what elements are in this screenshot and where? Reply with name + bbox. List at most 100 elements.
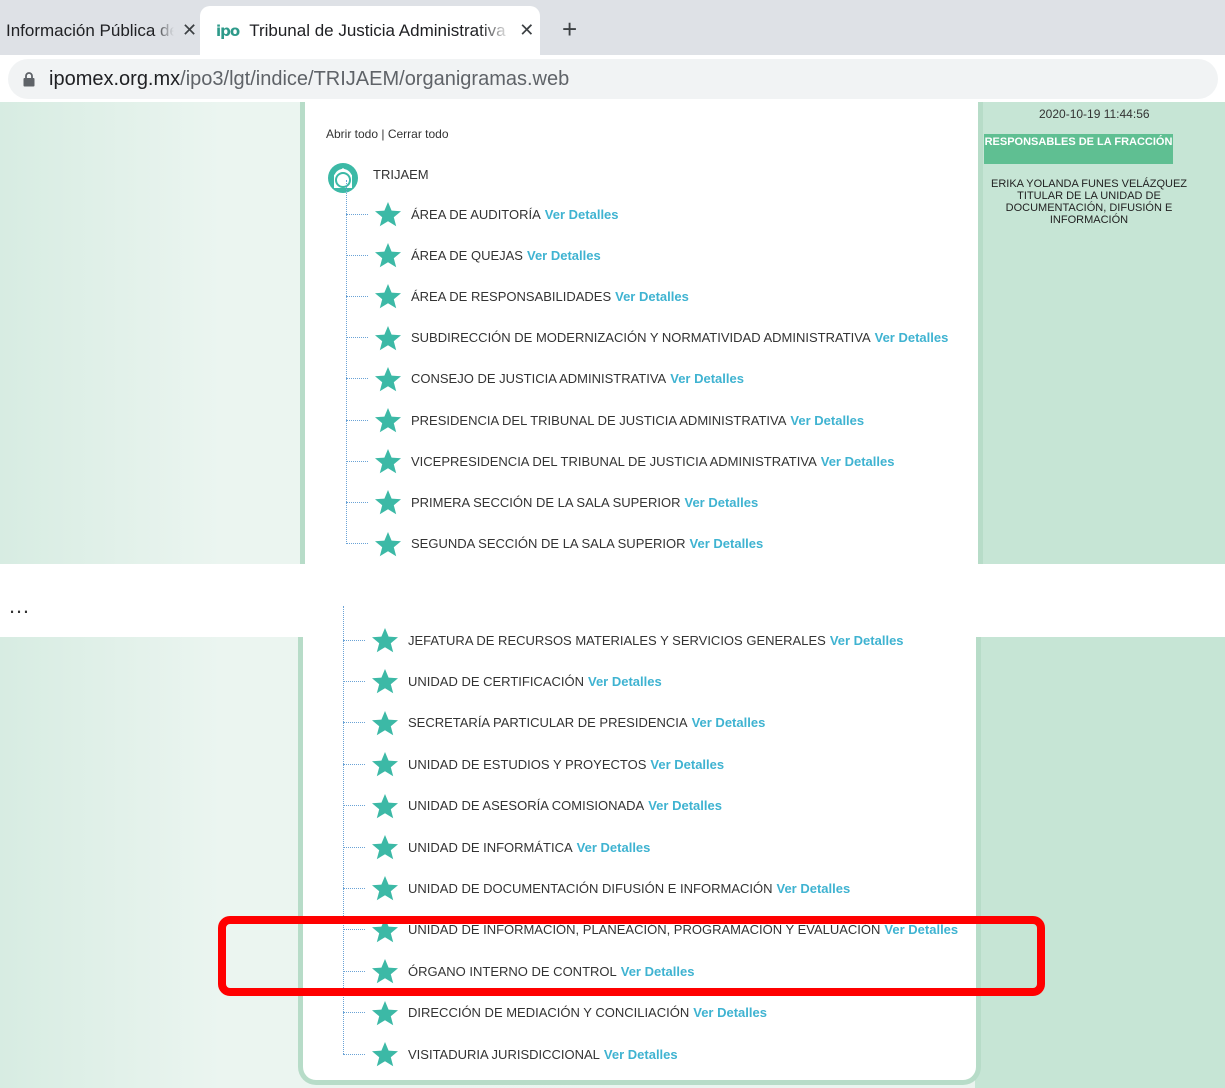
tree-node-label: SEGUNDA SECCIÓN DE LA SALA SUPERIOR [411,536,686,552]
tree-connector [346,254,368,256]
tree-node[interactable]: SEGUNDA SECCIÓN DE LA SALA SUPERIOR Ver D… [346,530,763,558]
open-all-link[interactable]: Abrir todo [326,127,378,141]
tree-node-label: CONSEJO DE JUSTICIA ADMINISTRATIVA [411,371,667,387]
ver-detalles-link[interactable]: Ver Detalles [790,413,864,428]
tree-node-label: JEFATURA DE RECURSOS MATERIALES Y SERVIC… [408,632,826,648]
ver-detalles-link[interactable]: Ver Detalles [830,633,904,648]
tree-node[interactable]: PRESIDENCIA DEL TRIBUNAL DE JUSTICIA ADM… [346,406,864,434]
close-tab-icon[interactable]: ✕ [182,20,197,41]
tab-title: Información Pública de Oficio Mexiquense [6,20,174,40]
tree-node-label: ÁREA DE AUDITORÍA [411,206,541,222]
tree-node[interactable]: UNIDAD DE CERTIFICACIÓN Ver Detalles [343,667,662,695]
star-icon [375,284,401,309]
tree-connector [346,419,368,421]
ver-detalles-link[interactable]: Ver Detalles [588,674,662,689]
ver-detalles-link[interactable]: Ver Detalles [604,1047,678,1062]
star-icon [375,366,401,391]
ver-detalles-link[interactable]: Ver Detalles [648,798,722,813]
tree-connector [343,763,365,765]
ver-detalles-link[interactable]: Ver Detalles [777,881,851,896]
tree-node[interactable]: PRIMERA SECCIÓN DE LA SALA SUPERIOR Ver D… [346,488,758,516]
tree-connector [343,846,365,848]
tree-node-label: DIRECCIÓN DE MEDIACIÓN Y CONCILIACIÓN [408,1005,690,1021]
tree-node-label: PRESIDENCIA DEL TRIBUNAL DE JUSTICIA ADM… [411,412,787,428]
tree-node[interactable]: VICEPRESIDENCIA DEL TRIBUNAL DE JUSTICIA… [346,447,894,475]
ver-detalles-link[interactable]: Ver Detalles [545,207,619,222]
tree-node-label: SUBDIRECCIÓN DE MODERNIZACIÓN Y NORMATIV… [411,330,871,346]
tree-node[interactable]: ÁREA DE AUDITORÍA Ver Detalles [346,200,619,228]
url-omnibox[interactable]: ipomex.org.mx/ipo3/lgt/indice/TRIJAEM/or… [8,59,1218,99]
tree-controls: Abrir todo | Cerrar todo [326,127,449,141]
tree-connector [346,378,368,380]
tree-node[interactable]: SUBDIRECCIÓN DE MODERNIZACIÓN Y NORMATIV… [346,324,948,352]
tree-root-label[interactable]: TRIJAEM [373,167,429,182]
tree-node-label: UNIDAD DE ASESORÍA COMISIONADA [408,798,645,814]
tree-node[interactable]: UNIDAD DE ASESORÍA COMISIONADA Ver Detall… [343,792,722,820]
ver-detalles-link[interactable]: Ver Detalles [527,248,601,263]
tree-node[interactable]: ÁREA DE QUEJAS Ver Detalles [346,241,601,269]
browser-tab-1[interactable]: Información Pública de Oficio Mexiquense… [0,6,204,55]
tree-node-label: UNIDAD DE INFORMÁTICA [408,839,573,855]
tree-node[interactable]: DIRECCIÓN DE MEDIACIÓN Y CONCILIACIÓN Ver… [343,999,767,1027]
ipo-favicon-icon: ipo [216,21,240,40]
tree-node-label: VICEPRESIDENCIA DEL TRIBUNAL DE JUSTICIA… [411,453,817,469]
tree-node[interactable]: CONSEJO DE JUSTICIA ADMINISTRATIVA Ver De… [346,365,744,393]
responsable-name: ERIKA YOLANDA FUNES VELÁZQUEZ TITULAR DE… [990,178,1188,226]
ver-detalles-link[interactable]: Ver Detalles [615,289,689,304]
tree-node[interactable]: JEFATURA DE RECURSOS MATERIALES Y SERVIC… [343,626,904,654]
tree-node[interactable]: VISITADURIA JURISDICCIONAL Ver Detalles [343,1040,678,1068]
ver-detalles-link[interactable]: Ver Detalles [577,840,651,855]
organization-root-icon[interactable] [326,161,360,195]
ver-detalles-link[interactable]: Ver Detalles [670,371,744,386]
star-icon [375,490,401,515]
highlight-box [218,916,1045,996]
tree-node[interactable]: UNIDAD DE DOCUMENTACIÓN DIFUSIÓN E INFOR… [343,874,850,902]
browser-tab-2-active[interactable]: ipo Tribunal de Justicia Administrativa … [200,6,540,55]
tree-connector [343,1012,365,1014]
responsables-header: RESPONSABLES DE LA FRACCIÓN [984,134,1173,164]
close-all-link[interactable]: Cerrar todo [388,127,449,141]
star-icon [375,408,401,433]
new-tab-button[interactable]: + [562,14,577,45]
tree-node[interactable]: ÁREA DE RESPONSABILIDADES Ver Detalles [346,282,689,310]
ver-detalles-link[interactable]: Ver Detalles [821,454,895,469]
star-icon [372,628,398,653]
tree-node[interactable]: UNIDAD DE INFORMÁTICA Ver Detalles [343,833,650,861]
update-datestamp: 2020-10-19 11:44:56 [1039,107,1150,121]
browser-tab-bar: Información Pública de Oficio Mexiquense… [0,0,1225,55]
tree-node-label: UNIDAD DE CERTIFICACIÓN [408,673,584,689]
tree-connector [343,639,365,641]
tree-connector [346,337,368,339]
star-icon [375,531,401,556]
ver-detalles-link[interactable]: Ver Detalles [693,1005,767,1020]
tree-connector [346,295,368,297]
separator: | [378,127,388,141]
tree-node-label: UNIDAD DE ESTUDIOS Y PROYECTOS [408,756,647,772]
url-host: ipomex.org.mx [49,67,181,90]
star-icon [375,202,401,227]
tree-connector [346,460,368,462]
star-icon [372,1000,398,1025]
tree-node[interactable]: UNIDAD DE ESTUDIOS Y PROYECTOS Ver Detall… [343,750,724,778]
tree-connector [346,543,368,545]
star-icon [372,710,398,735]
ver-detalles-link[interactable]: Ver Detalles [692,715,766,730]
star-icon [372,669,398,694]
tree-connector [343,680,365,682]
star-icon [375,325,401,350]
star-icon [375,243,401,268]
ver-detalles-link[interactable]: Ver Detalles [875,330,949,345]
tree-node-label: VISITADURIA JURISDICCIONAL [408,1046,600,1062]
tree-node[interactable]: SECRETARÍA PARTICULAR DE PRESIDENCIA Ver … [343,709,765,737]
ver-detalles-link[interactable]: Ver Detalles [650,757,724,772]
tree-node-label: ÁREA DE QUEJAS [411,247,523,263]
ver-detalles-link[interactable]: Ver Detalles [690,536,764,551]
star-icon [372,793,398,818]
tree-connector [346,501,368,503]
star-icon [372,876,398,901]
star-icon [372,752,398,777]
close-tab-icon[interactable]: ✕ [519,20,534,41]
url-path: /ipo3/lgt/indice/TRIJAEM/organigramas.we… [180,67,570,90]
ver-detalles-link[interactable]: Ver Detalles [684,495,758,510]
omitted-content-ellipsis: … [8,593,30,618]
